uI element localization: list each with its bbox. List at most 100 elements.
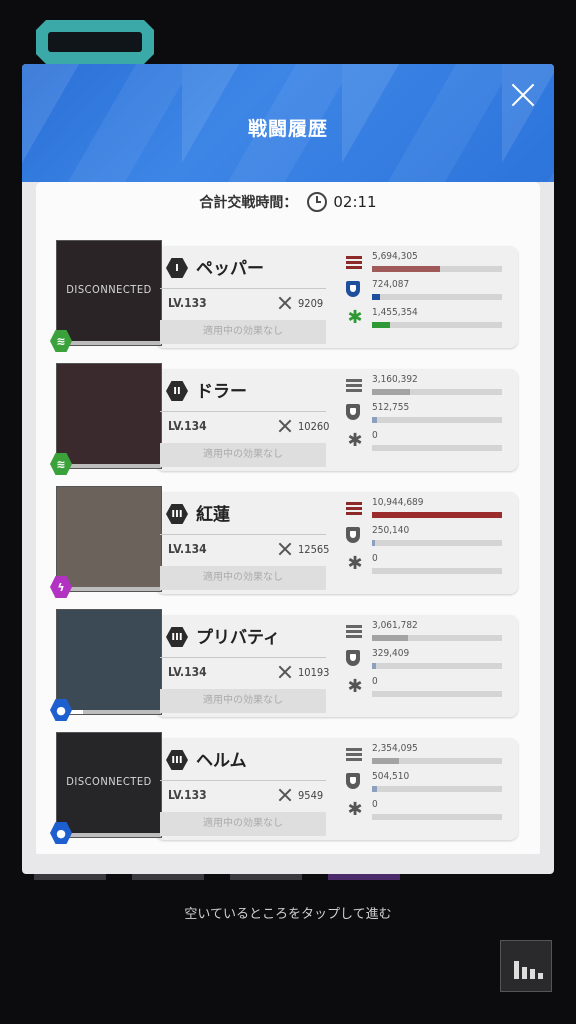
combat-power-icon [278,419,292,433]
damage-icon [346,746,364,762]
heal-value: 0 [372,799,378,810]
heal-value: 0 [372,430,378,441]
tap-to-continue-hint: 空いているところをタップして進む [184,907,392,922]
unit-name: 紅蓮 [196,505,230,525]
defense-value: 724,087 [372,279,410,290]
heal-value: 1,455,354 [372,307,418,318]
bar-chart-icon [538,973,543,979]
modal-title: 戦闘履歴 [247,118,328,140]
damage-value: 3,061,782 [372,620,418,631]
heal-bar [372,814,502,820]
effect-status: 適用中の効果なし [160,812,326,836]
unit-portrait[interactable]: DISCONNECTED [56,732,162,838]
damage-bar-fill [372,389,410,395]
bar-chart-icon [530,969,535,979]
damage-value: 3,160,392 [372,374,418,385]
divider [160,534,326,535]
clock-icon [307,192,328,212]
heal-icon: ✱ [347,553,363,574]
heal-value: 0 [372,553,378,564]
combat-power-icon [278,296,292,310]
unit-portrait[interactable] [56,363,162,469]
heal-value: 0 [372,676,378,687]
unit-portrait[interactable] [56,609,162,715]
disconnected-label: DISCONNECTED [66,775,152,788]
unit-card: ● III プリバティ LV.134 10193 適用中の効果なし 3,061,… [50,609,518,721]
hp-bar [57,710,161,714]
shield-icon [346,281,360,297]
history-panel: 合計交戦時間： 02:11 DISCONNECTED ≋ I ペッパー LV.1… [36,182,540,854]
shield-icon [346,404,360,420]
divider [160,288,326,289]
shield-icon [346,650,360,666]
damage-bar [372,389,502,395]
damage-value: 5,694,305 [372,251,418,262]
combat-power: 12565 [298,543,330,556]
damage-bar [372,266,502,272]
bar-chart-icon [514,961,519,979]
defense-bar-fill [372,540,375,546]
unit-level: LV.134 [168,419,207,433]
defense-bar [372,663,502,669]
defense-bar-fill [372,294,380,300]
total-battle-time: 合計交戦時間： 02:11 [36,182,540,222]
bar-chart-icon [522,967,527,979]
damage-icon [346,377,364,393]
defense-bar [372,540,502,546]
unit-card: DISCONNECTED ● III ヘルム LV.133 9549 適用中の効… [50,732,518,844]
damage-bar-fill [372,635,408,641]
unit-level: LV.134 [168,542,207,556]
total-time-label: 合計交戦時間： [199,195,298,211]
hp-bar [57,464,161,468]
shield-icon [346,527,360,543]
unit-name: ペッパー [196,259,264,279]
effect-status: 適用中の効果なし [160,566,326,590]
unit-card: DISCONNECTED ≋ I ペッパー LV.133 9209 適用中の効果… [50,240,518,352]
bg-tab [328,874,400,880]
defense-bar-fill [372,786,377,792]
bg-tab [230,874,302,880]
unit-card: ≋ II ドラー LV.134 10260 適用中の効果なし 3,160,392… [50,363,518,475]
combat-power: 10260 [298,420,330,433]
damage-bar [372,758,502,764]
heal-bar [372,568,502,574]
effect-status: 適用中の効果なし [160,689,326,713]
hp-bar [57,833,161,837]
damage-icon [346,254,364,270]
unit-name: ヘルム [196,751,247,771]
heal-icon: ✱ [347,799,363,820]
unit-name: ドラー [196,382,247,402]
disconnected-label: DISCONNECTED [66,283,152,296]
defense-value: 250,140 [372,525,410,536]
stats-chart-button[interactable] [500,940,552,992]
damage-icon [346,500,364,516]
shield-icon [346,773,360,789]
divider [160,657,326,658]
unit-card: ϟ III 紅蓮 LV.134 12565 適用中の効果なし 10,944,68… [50,486,518,598]
divider [160,411,326,412]
defense-value: 329,409 [372,648,410,659]
unit-portrait[interactable]: DISCONNECTED [56,240,162,346]
battle-history-modal: 戦闘履歴 合計交戦時間： 02:11 DISCONNECTED ≋ I ペッパー… [22,64,554,874]
combat-power: 9209 [298,297,324,310]
damage-bar-fill [372,758,399,764]
combat-power-icon [278,665,292,679]
hp-bar [57,341,161,345]
close-icon[interactable] [506,78,540,112]
bg-tab [34,874,106,880]
damage-icon [346,623,364,639]
defense-value: 512,755 [372,402,410,413]
heal-icon: ✱ [347,430,363,451]
heal-icon: ✱ [347,307,363,328]
defense-bar [372,786,502,792]
defense-value: 504,510 [372,771,410,782]
combat-power: 10193 [298,666,330,679]
heal-bar [372,445,502,451]
damage-bar [372,635,502,641]
heal-bar [372,322,502,328]
bg-tab [132,874,204,880]
heal-bar-fill [372,322,390,328]
unit-portrait[interactable] [56,486,162,592]
defense-bar-fill [372,663,376,669]
damage-bar [372,512,502,518]
